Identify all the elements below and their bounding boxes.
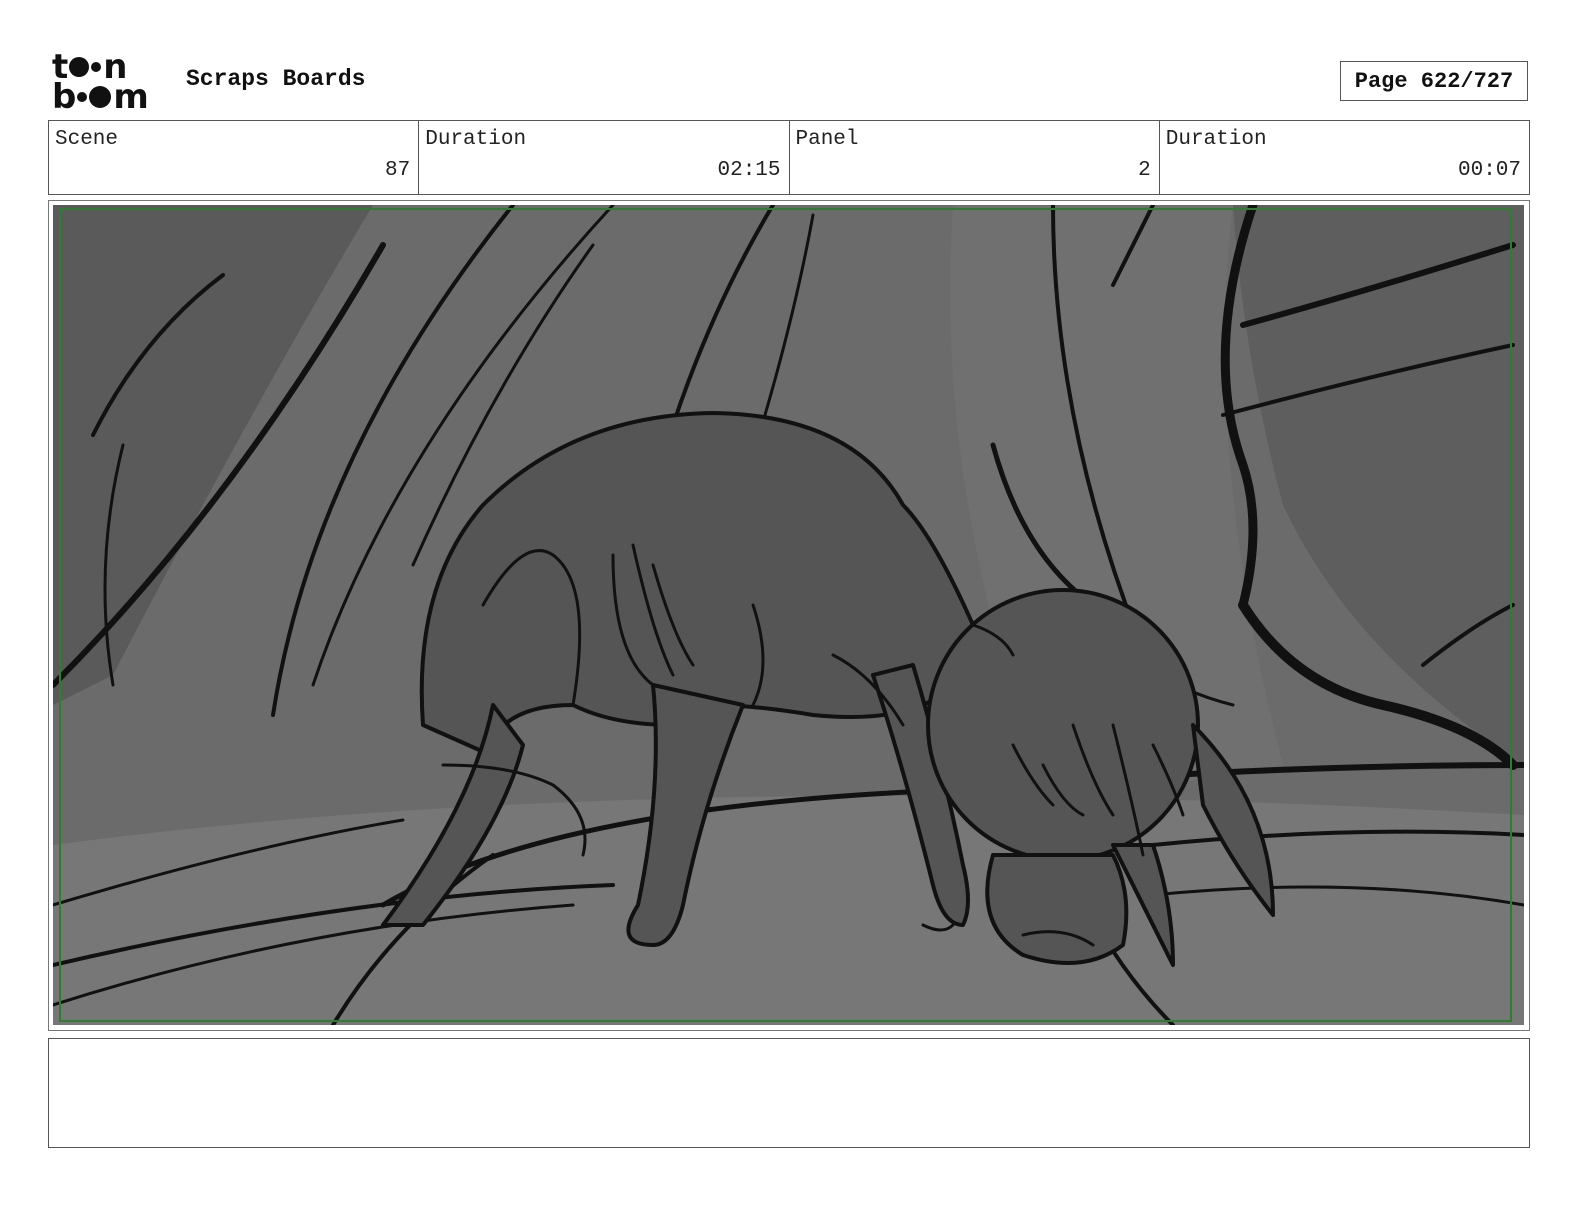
scene-label: Scene [55,128,119,151]
logo-letter-b: b [52,77,76,117]
scene-duration-value: 02:15 [717,159,781,182]
panel-label: Panel [795,128,859,151]
scene-cell: Scene 87 [49,121,420,194]
panel-value: 2 [1138,159,1151,182]
panel-cell: Panel 2 [790,121,1160,194]
panel-duration-value: 00:07 [1457,159,1521,182]
logo-dot-small [91,62,102,72]
storyboard-panel-image [53,205,1524,1025]
scene-duration-label: Duration [425,128,527,151]
panel-duration-cell: Duration 00:07 [1160,121,1529,194]
logo-dot-large [89,86,112,108]
storyboard-panel-frame [48,200,1530,1031]
panel-notes-box [48,1038,1530,1148]
logo-dot-large [69,57,90,77]
logo-dot-small [77,92,88,102]
page-indicator: Page 622/727 [1340,61,1528,101]
panel-duration-label: Duration [1165,128,1267,151]
panel-info-row: Scene 87 Duration 02:15 Panel 2 Duration… [48,120,1530,195]
storyboard-sketch [53,205,1524,1025]
toonboom-logo: t n b m [52,50,164,117]
scene-value: 87 [385,159,411,182]
document-title: Scraps Boards [186,66,366,92]
logo-letter-m: m [113,77,148,117]
scene-duration-cell: Duration 02:15 [419,121,790,194]
